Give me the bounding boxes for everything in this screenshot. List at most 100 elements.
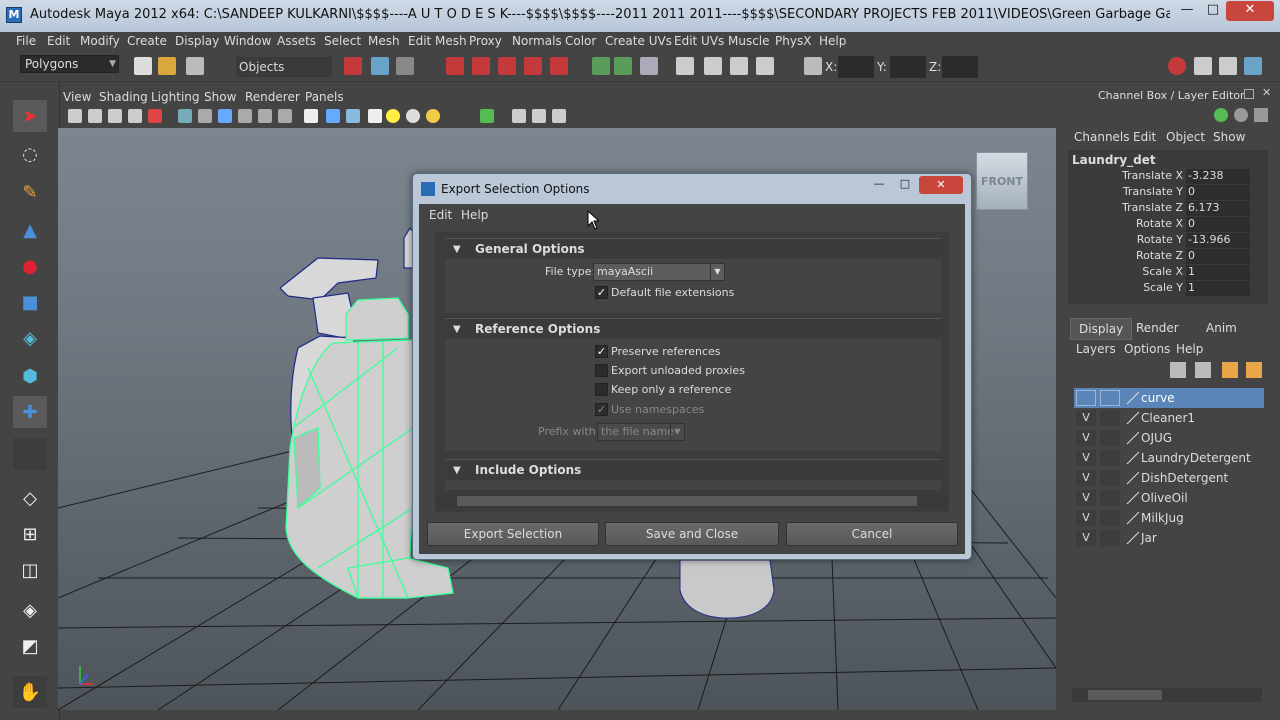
tool-settings-icon[interactable]	[1219, 57, 1237, 75]
dialog-menu-edit[interactable]: Edit	[429, 208, 452, 222]
menu-display[interactable]: Display	[175, 34, 219, 48]
save-scene-icon[interactable]	[186, 57, 204, 75]
cb-row-rotate-x[interactable]: Rotate X0	[1068, 217, 1250, 233]
save-and-close-button[interactable]: Save and Close	[605, 522, 779, 546]
add-to-layer-icon[interactable]	[1246, 362, 1262, 378]
xray-joints-icon[interactable]	[532, 109, 546, 123]
menu-modify[interactable]: Modify	[80, 34, 120, 48]
cb-row-translate-x[interactable]: Translate X -3.238	[1068, 169, 1250, 185]
move-tool-icon[interactable]: ▲	[13, 214, 47, 246]
minimize-button[interactable]: —	[1174, 1, 1200, 21]
cb-menu-object[interactable]: Object	[1166, 130, 1205, 144]
transform-input-icon[interactable]	[804, 57, 822, 75]
menu-select[interactable]: Select	[324, 34, 361, 48]
select-hierarchy-icon[interactable]	[344, 57, 362, 75]
smooth-shade-icon[interactable]	[326, 109, 340, 123]
textured-icon[interactable]	[368, 109, 382, 123]
wireframe-on-shaded-icon[interactable]	[346, 109, 360, 123]
image-plane-icon[interactable]	[128, 109, 142, 123]
panel-menu-lighting[interactable]: Lighting	[151, 90, 200, 104]
last-tool-icon[interactable]: ✚	[13, 396, 47, 428]
y-field[interactable]	[890, 56, 926, 78]
render-frame-icon[interactable]	[704, 57, 722, 75]
select-tool-icon[interactable]: ➤	[13, 100, 47, 132]
prefix-with-select[interactable]: the file name ▼	[597, 423, 685, 441]
layer-color-icon[interactable]	[1124, 410, 1142, 426]
render-view-icon[interactable]	[676, 57, 694, 75]
layer-type-toggle[interactable]	[1100, 410, 1120, 426]
menu-set-select[interactable]: Polygons ▼	[20, 55, 119, 73]
shadows-icon[interactable]	[426, 109, 440, 123]
dialog-maximize-button[interactable]: □	[893, 177, 917, 193]
grease-pencil-icon[interactable]	[148, 109, 162, 123]
cb-row-scale-x[interactable]: Scale X1	[1068, 265, 1250, 281]
menu-assets[interactable]: Assets	[277, 34, 316, 48]
panel-menu-renderer[interactable]: Renderer	[245, 90, 300, 104]
le-menu-help[interactable]: Help	[1176, 342, 1203, 356]
resolution-gate-icon[interactable]	[218, 109, 232, 123]
snap-view-plane-icon[interactable]	[524, 57, 542, 75]
layer-row[interactable]: curve	[1074, 388, 1264, 408]
menu-edit-mesh[interactable]: Edit Mesh	[408, 34, 467, 48]
safe-action-icon[interactable]	[278, 109, 292, 123]
single-pane-layout-icon[interactable]: ◇	[13, 482, 47, 514]
bookmark-icon[interactable]	[108, 109, 122, 123]
le-menu-options[interactable]: Options	[1124, 342, 1170, 356]
soft-mod-icon[interactable]: ⬢	[13, 360, 47, 392]
wireframe-icon[interactable]	[304, 109, 318, 123]
new-layer-icon[interactable]	[1170, 362, 1186, 378]
lightbulb-icon[interactable]: ✋	[13, 676, 47, 708]
menu-edit-uvs[interactable]: Edit UVs	[674, 34, 724, 48]
film-gate-icon[interactable]	[198, 109, 212, 123]
file-type-select[interactable]: mayaAscii ▼	[593, 263, 725, 281]
layer-color-icon[interactable]	[1124, 510, 1142, 526]
camera-select-icon[interactable]	[68, 109, 82, 123]
construction-history-icon[interactable]	[640, 57, 658, 75]
menu-edit[interactable]: Edit	[47, 34, 70, 48]
universal-manipulator-icon[interactable]: ◈	[13, 322, 47, 354]
snap-point-icon[interactable]	[498, 57, 516, 75]
layer-color-icon[interactable]	[1124, 430, 1142, 446]
layer-row[interactable]: V LaundryDetergent	[1074, 448, 1264, 468]
snap-curve-icon[interactable]	[472, 57, 490, 75]
section-include-header[interactable]: ▼ Include Options	[445, 459, 941, 479]
layer-visibility-toggle[interactable]	[1076, 390, 1096, 406]
attribute-editor-icon[interactable]	[1194, 57, 1212, 75]
persp-outliner-layout-icon[interactable]: ◈	[13, 594, 47, 626]
cb-row-rotate-y[interactable]: Rotate Y -13.966	[1068, 233, 1250, 249]
cb-menu-channels[interactable]: Channels	[1074, 130, 1130, 144]
default-extensions-checkbox[interactable]: ✓	[595, 286, 608, 299]
isolate-select-icon[interactable]	[480, 109, 494, 123]
cancel-button[interactable]: Cancel	[786, 522, 958, 546]
export-unloaded-checkbox[interactable]	[595, 364, 608, 377]
close-button[interactable]: ✕	[1226, 1, 1274, 21]
layer-type-toggle[interactable]	[1100, 450, 1120, 466]
tab-render[interactable]: Render	[1128, 318, 1187, 340]
layer-color-icon[interactable]	[1124, 530, 1142, 546]
dialog-menu-help[interactable]: Help	[461, 208, 488, 222]
menu-create-uvs[interactable]: Create UVs	[605, 34, 672, 48]
float-panel-icon[interactable]	[1244, 89, 1254, 99]
channel-box-scrollbar[interactable]	[1250, 150, 1266, 304]
cb-menu-edit[interactable]: Edit	[1133, 130, 1156, 144]
lasso-tool-icon[interactable]: ◌	[13, 138, 47, 170]
layer-visibility-toggle[interactable]: V	[1076, 410, 1096, 426]
layer-visibility-toggle[interactable]: V	[1076, 470, 1096, 486]
menu-create[interactable]: Create	[127, 34, 167, 48]
tool-toggle-icon[interactable]	[1254, 108, 1268, 122]
layer-row[interactable]: V MilkJug	[1074, 508, 1264, 528]
menu-proxy[interactable]: Proxy	[469, 34, 502, 48]
camera-attributes-icon[interactable]	[88, 109, 102, 123]
input-ops-icon[interactable]	[592, 57, 610, 75]
attribute-toggle-icon[interactable]	[1234, 108, 1248, 122]
cb-row-translate-y[interactable]: Translate Y0	[1068, 185, 1250, 201]
layer-color-icon[interactable]	[1124, 390, 1142, 406]
layer-row[interactable]: V Jar	[1074, 528, 1264, 548]
layer-visibility-toggle[interactable]: V	[1076, 530, 1096, 546]
layer-visibility-toggle[interactable]: V	[1076, 490, 1096, 506]
layer-row[interactable]: V OliveOil	[1074, 488, 1264, 508]
export-selection-button[interactable]: Export Selection	[427, 522, 599, 546]
ipr-render-icon[interactable]	[730, 57, 748, 75]
use-namespaces-checkbox[interactable]: ✓	[595, 403, 608, 416]
layer-visibility-toggle[interactable]: V	[1076, 450, 1096, 466]
